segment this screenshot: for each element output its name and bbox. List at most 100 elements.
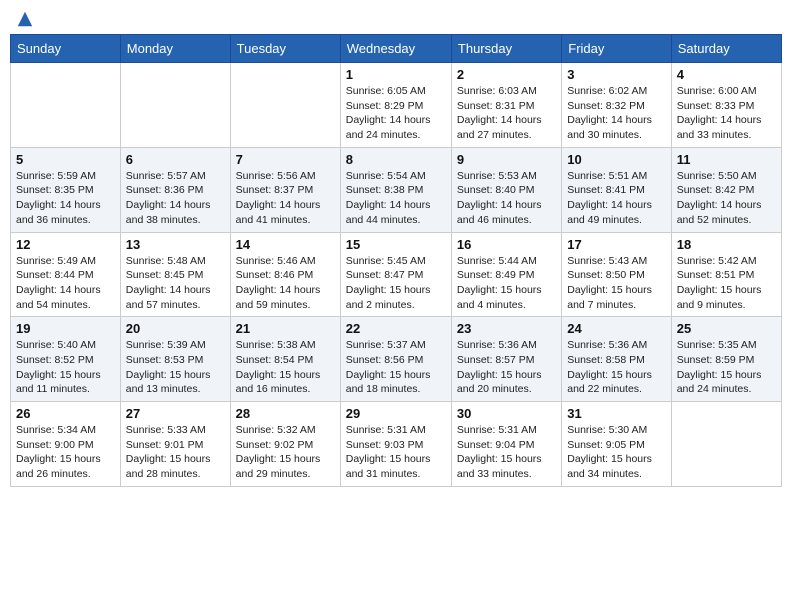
day-number: 7 [236,152,335,167]
calendar-cell [120,63,230,148]
day-number: 12 [16,237,115,252]
calendar-cell: 23 Sunrise: 5:36 AMSunset: 8:57 PMDayligh… [451,317,561,402]
day-number: 1 [346,67,446,82]
day-number: 6 [126,152,225,167]
calendar-cell: 21Sunrise: 5:38 AMSunset: 8:54 PMDayligh… [230,317,340,402]
column-header-monday: Monday [120,35,230,63]
calendar-cell: 18 Sunrise: 5:42 AMSunset: 8:51 PMDayligh… [671,232,781,317]
calendar-cell: 3 Sunrise: 6:02 AMSunset: 8:32 PMDaylight… [562,63,671,148]
day-info: Sunrise: 5:48 AMSunset: 8:45 PMDaylight:… [126,254,225,313]
day-number: 22 [346,321,446,336]
day-info: Sunrise: 5:57 AMSunset: 8:36 PMDaylight:… [126,169,225,228]
day-info: Sunrise: 5:51 AMSunset: 8:41 PMDaylight:… [567,169,665,228]
day-info: Sunrise: 5:56 AMSunset: 8:37 PMDaylight:… [236,169,335,228]
calendar-cell [671,402,781,487]
day-info: Sunrise: 5:37 AMSunset: 8:56 PMDaylight:… [346,338,446,397]
day-info: Sunrise: 5:43 AMSunset: 8:50 PMDaylight:… [567,254,665,313]
calendar-week-row: 26Sunrise: 5:34 AMSunset: 9:00 PMDayligh… [11,402,782,487]
day-number: 9 [457,152,556,167]
calendar-cell: 11 Sunrise: 5:50 AMSunset: 8:42 PMDayligh… [671,147,781,232]
day-number: 26 [16,406,115,421]
day-number: 14 [236,237,335,252]
day-info: Sunrise: 5:44 AMSunset: 8:49 PMDaylight:… [457,254,556,313]
day-number: 4 [677,67,776,82]
day-info: Sunrise: 5:36 AMSunset: 8:58 PMDaylight:… [567,338,665,397]
day-info: Sunrise: 5:39 AMSunset: 8:53 PMDaylight:… [126,338,225,397]
calendar-week-row: 1 Sunrise: 6:05 AMSunset: 8:29 PMDaylight… [11,63,782,148]
calendar-header-row: SundayMondayTuesdayWednesdayThursdayFrid… [11,35,782,63]
day-info: Sunrise: 5:45 AMSunset: 8:47 PMDaylight:… [346,254,446,313]
calendar-cell: 20 Sunrise: 5:39 AMSunset: 8:53 PMDayligh… [120,317,230,402]
day-number: 13 [126,237,225,252]
day-number: 20 [126,321,225,336]
column-header-wednesday: Wednesday [340,35,451,63]
day-info: Sunrise: 5:33 AMSunset: 9:01 PMDaylight:… [126,423,225,482]
day-number: 8 [346,152,446,167]
calendar-cell: 10 Sunrise: 5:51 AMSunset: 8:41 PMDayligh… [562,147,671,232]
day-number: 29 [346,406,446,421]
calendar-cell: 1 Sunrise: 6:05 AMSunset: 8:29 PMDaylight… [340,63,451,148]
calendar-cell: 17Sunrise: 5:43 AMSunset: 8:50 PMDayligh… [562,232,671,317]
calendar-cell: 31 Sunrise: 5:30 AMSunset: 9:05 PMDayligh… [562,402,671,487]
calendar-cell: 7 Sunrise: 5:56 AMSunset: 8:37 PMDaylight… [230,147,340,232]
day-info: Sunrise: 6:00 AMSunset: 8:33 PMDaylight:… [677,84,776,143]
day-number: 11 [677,152,776,167]
column-header-thursday: Thursday [451,35,561,63]
day-number: 31 [567,406,665,421]
calendar-cell: 19 Sunrise: 5:40 AMSunset: 8:52 PMDayligh… [11,317,121,402]
calendar-cell: 8 Sunrise: 5:54 AMSunset: 8:38 PMDaylight… [340,147,451,232]
day-info: Sunrise: 5:31 AMSunset: 9:03 PMDaylight:… [346,423,446,482]
day-info: Sunrise: 5:40 AMSunset: 8:52 PMDaylight:… [16,338,115,397]
calendar-cell: 16Sunrise: 5:44 AMSunset: 8:49 PMDayligh… [451,232,561,317]
calendar-cell [11,63,121,148]
day-info: Sunrise: 6:02 AMSunset: 8:32 PMDaylight:… [567,84,665,143]
column-header-tuesday: Tuesday [230,35,340,63]
day-info: Sunrise: 5:31 AMSunset: 9:04 PMDaylight:… [457,423,556,482]
day-info: Sunrise: 5:54 AMSunset: 8:38 PMDaylight:… [346,169,446,228]
day-number: 23 [457,321,556,336]
day-number: 2 [457,67,556,82]
day-number: 18 [677,237,776,252]
logo-icon [16,10,34,28]
calendar-cell: 6 Sunrise: 5:57 AMSunset: 8:36 PMDaylight… [120,147,230,232]
day-number: 25 [677,321,776,336]
calendar-week-row: 19 Sunrise: 5:40 AMSunset: 8:52 PMDayligh… [11,317,782,402]
calendar-cell: 29 Sunrise: 5:31 AMSunset: 9:03 PMDayligh… [340,402,451,487]
day-info: Sunrise: 5:49 AMSunset: 8:44 PMDaylight:… [16,254,115,313]
calendar-cell: 12 Sunrise: 5:49 AMSunset: 8:44 PMDayligh… [11,232,121,317]
calendar-cell: 2 Sunrise: 6:03 AMSunset: 8:31 PMDaylight… [451,63,561,148]
calendar-cell [230,63,340,148]
calendar-week-row: 5Sunrise: 5:59 AMSunset: 8:35 PMDaylight… [11,147,782,232]
day-info: Sunrise: 5:50 AMSunset: 8:42 PMDaylight:… [677,169,776,228]
calendar-cell: 28Sunrise: 5:32 AMSunset: 9:02 PMDayligh… [230,402,340,487]
day-info: Sunrise: 6:05 AMSunset: 8:29 PMDaylight:… [346,84,446,143]
column-header-friday: Friday [562,35,671,63]
calendar-cell: 13 Sunrise: 5:48 AMSunset: 8:45 PMDayligh… [120,232,230,317]
day-info: Sunrise: 5:32 AMSunset: 9:02 PMDaylight:… [236,423,335,482]
day-info: Sunrise: 5:38 AMSunset: 8:54 PMDaylight:… [236,338,335,397]
day-number: 10 [567,152,665,167]
day-info: Sunrise: 5:59 AMSunset: 8:35 PMDaylight:… [16,169,115,228]
day-info: Sunrise: 5:30 AMSunset: 9:05 PMDaylight:… [567,423,665,482]
logo [14,10,34,26]
calendar-week-row: 12 Sunrise: 5:49 AMSunset: 8:44 PMDayligh… [11,232,782,317]
day-number: 19 [16,321,115,336]
calendar-cell: 24 Sunrise: 5:36 AMSunset: 8:58 PMDayligh… [562,317,671,402]
day-number: 15 [346,237,446,252]
day-info: Sunrise: 5:42 AMSunset: 8:51 PMDaylight:… [677,254,776,313]
day-info: Sunrise: 5:53 AMSunset: 8:40 PMDaylight:… [457,169,556,228]
column-header-sunday: Sunday [11,35,121,63]
calendar-cell: 15 Sunrise: 5:45 AMSunset: 8:47 PMDayligh… [340,232,451,317]
page-header [10,10,782,26]
calendar-cell: 27 Sunrise: 5:33 AMSunset: 9:01 PMDayligh… [120,402,230,487]
day-info: Sunrise: 5:46 AMSunset: 8:46 PMDaylight:… [236,254,335,313]
day-number: 3 [567,67,665,82]
day-info: Sunrise: 6:03 AMSunset: 8:31 PMDaylight:… [457,84,556,143]
calendar-cell: 25Sunrise: 5:35 AMSunset: 8:59 PMDayligh… [671,317,781,402]
calendar-cell: 22 Sunrise: 5:37 AMSunset: 8:56 PMDayligh… [340,317,451,402]
calendar-cell: 30Sunrise: 5:31 AMSunset: 9:04 PMDayligh… [451,402,561,487]
day-number: 27 [126,406,225,421]
calendar-cell: 5Sunrise: 5:59 AMSunset: 8:35 PMDaylight… [11,147,121,232]
day-number: 24 [567,321,665,336]
day-info: Sunrise: 5:36 AMSunset: 8:57 PMDaylight:… [457,338,556,397]
